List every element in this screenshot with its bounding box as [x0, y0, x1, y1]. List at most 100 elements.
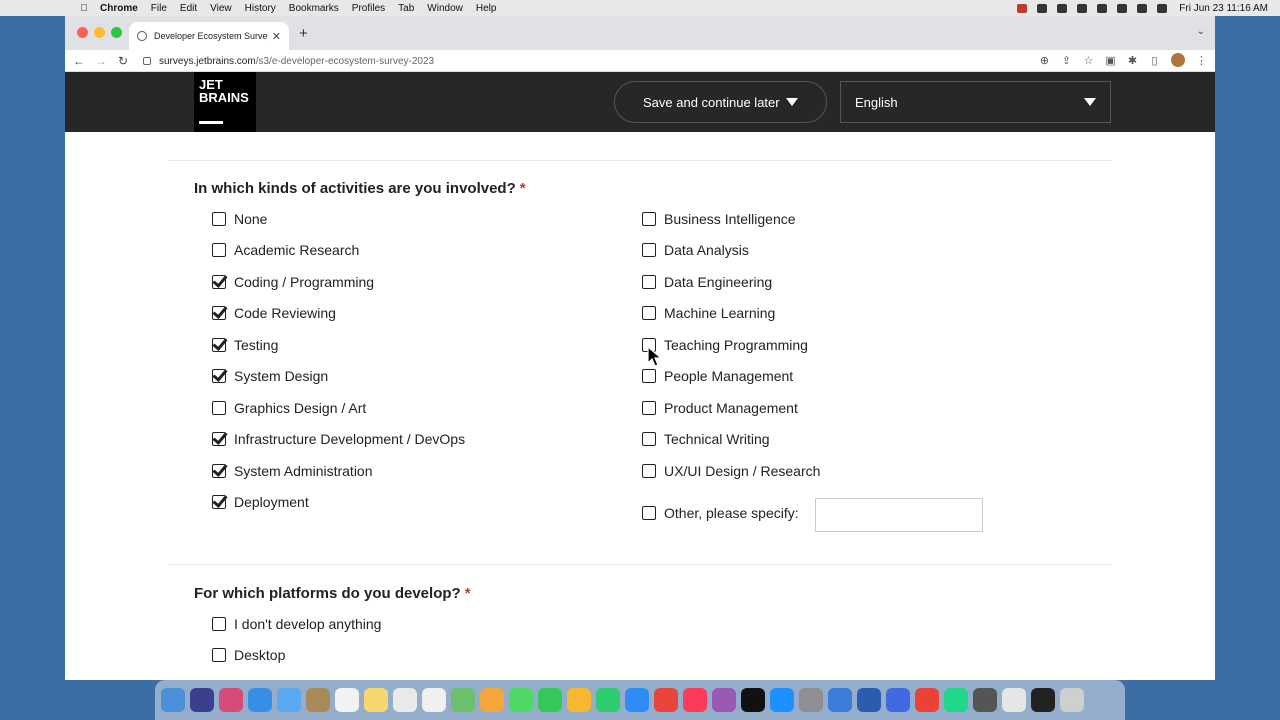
option-data-engineering[interactable]: Data Engineering [642, 274, 772, 290]
option-testing[interactable]: Testing [212, 337, 278, 353]
option-product-management[interactable]: Product Management [642, 400, 798, 416]
maps-icon[interactable] [451, 688, 475, 712]
checkbox[interactable] [642, 212, 656, 226]
jetbrains-toolbox-icon[interactable] [944, 688, 968, 712]
more-menu-icon[interactable]: ⋮ [1196, 54, 1207, 67]
option-coding-programming[interactable]: Coding / Programming [212, 274, 374, 290]
option-teaching-programming[interactable]: Teaching Programming [642, 337, 808, 353]
calendar-icon[interactable] [335, 688, 359, 712]
status-app-icon[interactable] [1037, 3, 1048, 13]
checkbox[interactable] [212, 617, 226, 631]
close-tab-icon[interactable]: ✕ [272, 30, 281, 43]
downloads-icon[interactable] [1002, 688, 1026, 712]
checkbox[interactable] [642, 401, 656, 415]
checkbox[interactable] [642, 275, 656, 289]
other-specify-input[interactable] [815, 498, 983, 532]
option-business-intelligence[interactable]: Business Intelligence [642, 211, 796, 227]
menu-tab[interactable]: Tab [398, 3, 414, 14]
launchpad-icon[interactable] [219, 688, 243, 712]
keynote-icon[interactable] [625, 688, 649, 712]
menu-view[interactable]: View [210, 3, 232, 14]
menu-profiles[interactable]: Profiles [352, 3, 385, 14]
back-icon[interactable]: ← [68, 54, 90, 68]
search-icon[interactable] [1137, 3, 1148, 13]
browser-tab[interactable]: Developer Ecosystem Survey 2 ✕ [129, 22, 289, 50]
reminders-icon[interactable] [422, 688, 446, 712]
option-code-reviewing[interactable]: Code Reviewing [212, 305, 336, 321]
checkbox[interactable] [212, 243, 226, 257]
checkbox[interactable] [642, 243, 656, 257]
zoom-icon[interactable]: ⊕ [1039, 54, 1050, 67]
checkbox[interactable] [212, 401, 226, 415]
checkbox[interactable] [212, 212, 226, 226]
menu-chrome[interactable]: Chrome [100, 3, 138, 14]
option-system-administration[interactable]: System Administration [212, 463, 373, 479]
save-continue-button[interactable]: Save and continue later [614, 81, 827, 123]
app-store-icon[interactable] [770, 688, 794, 712]
control-center-icon[interactable] [1157, 3, 1168, 13]
checkbox[interactable] [642, 432, 656, 446]
photos-icon[interactable] [480, 688, 504, 712]
new-tab-icon[interactable]: + [299, 25, 308, 42]
bookmark-star-icon[interactable]: ☆ [1083, 54, 1094, 67]
option-academic-research[interactable]: Academic Research [212, 242, 359, 258]
menu-history[interactable]: History [245, 3, 276, 14]
language-select[interactable]: English [840, 81, 1111, 123]
option-graphics-design[interactable]: Graphics Design / Art [212, 400, 366, 416]
option-ux-ui-design[interactable]: UX/UI Design / Research [642, 463, 820, 479]
menu-help[interactable]: Help [476, 3, 497, 14]
checkbox[interactable] [642, 306, 656, 320]
menu-edit[interactable]: Edit [180, 3, 197, 14]
minimize-window-button[interactable] [94, 27, 105, 38]
siri-icon[interactable] [190, 688, 214, 712]
sidebar-icon[interactable]: ▯ [1149, 54, 1160, 67]
option-none[interactable]: None [212, 211, 267, 227]
quicktime-icon[interactable] [973, 688, 997, 712]
tab-search-chevron-icon[interactable]: ⌄ [1197, 26, 1205, 37]
profile-avatar[interactable] [1171, 53, 1185, 67]
menu-file[interactable]: File [151, 3, 167, 14]
freeform-icon[interactable] [393, 688, 417, 712]
reload-icon[interactable]: ↻ [112, 54, 134, 68]
puzzle-icon[interactable]: ✱ [1127, 54, 1138, 67]
checkbox-checked[interactable] [212, 464, 226, 478]
contacts-icon[interactable] [306, 688, 330, 712]
facetime-icon[interactable] [538, 688, 562, 712]
system-settings-icon[interactable] [799, 688, 823, 712]
option-people-management[interactable]: People Management [642, 368, 793, 384]
recording-icon[interactable] [1017, 3, 1028, 13]
wifi-icon[interactable] [1117, 3, 1128, 13]
option-data-analysis[interactable]: Data Analysis [642, 242, 749, 258]
checkbox[interactable] [642, 506, 656, 520]
checkbox-checked[interactable] [212, 495, 226, 509]
option-desktop[interactable]: Desktop [212, 647, 285, 663]
app-icon-1[interactable] [828, 688, 852, 712]
checkbox[interactable] [642, 369, 656, 383]
tv-icon[interactable] [741, 688, 765, 712]
address-bar[interactable]: surveys.jetbrains.com/s3/e-developer-eco… [143, 52, 1023, 70]
close-window-button[interactable] [77, 27, 88, 38]
terminal-icon[interactable] [1031, 688, 1055, 712]
battery-icon[interactable] [1097, 3, 1108, 13]
notes-icon[interactable] [364, 688, 388, 712]
finder-icon[interactable] [161, 688, 185, 712]
option-system-design[interactable]: System Design [212, 368, 328, 384]
safari-icon[interactable] [248, 688, 272, 712]
news-icon[interactable] [654, 688, 678, 712]
option-technical-writing[interactable]: Technical Writing [642, 431, 770, 447]
chrome-icon[interactable] [915, 688, 939, 712]
option-other[interactable]: Other, please specify: [642, 505, 799, 521]
moon-icon[interactable] [1057, 3, 1068, 13]
music-icon[interactable] [683, 688, 707, 712]
pages-icon[interactable] [567, 688, 591, 712]
lock-icon[interactable] [143, 57, 151, 65]
menu-window[interactable]: Window [427, 3, 463, 14]
menu-bookmarks[interactable]: Bookmarks [289, 3, 339, 14]
option-dont-develop[interactable]: I don't develop anything [212, 616, 381, 632]
menubar-clock[interactable]: Fri Jun 23 11:16 AM [1179, 3, 1268, 14]
apple-icon[interactable]:  [78, 3, 90, 14]
option-machine-learning[interactable]: Machine Learning [642, 305, 775, 321]
option-deployment[interactable]: Deployment [212, 494, 309, 510]
option-infrastructure-devops[interactable]: Infrastructure Development / DevOps [212, 431, 465, 447]
messages-icon[interactable] [509, 688, 533, 712]
